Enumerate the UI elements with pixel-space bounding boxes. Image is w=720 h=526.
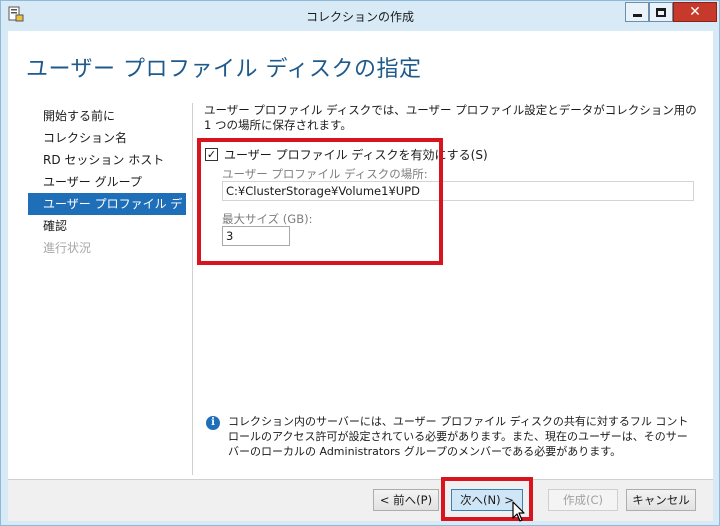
info-note: コレクション内のサーバーには、ユーザー プロファイル ディスクの共有に対するフル… bbox=[228, 415, 689, 458]
window-title: コレクションの作成 bbox=[305, 10, 414, 24]
info-icon: i bbox=[206, 416, 220, 430]
dialog-client-area: ユーザー プロファイル ディスクの指定 開始する前に コレクション名 RD セッ… bbox=[8, 31, 713, 523]
close-icon: ✕ bbox=[689, 4, 701, 20]
mouse-pointer-icon bbox=[512, 501, 526, 523]
previous-button[interactable]: < 前へ(P) bbox=[373, 489, 439, 511]
wizard-step-list: 開始する前に コレクション名 RD セッション ホスト ユーザー グループ ユー… bbox=[28, 105, 186, 259]
title-bar[interactable]: コレクションの作成 ✕ bbox=[1, 1, 719, 31]
minimize-icon bbox=[632, 13, 642, 17]
minimize-button[interactable] bbox=[625, 2, 649, 22]
nav-item-confirmation[interactable]: 確認 bbox=[28, 215, 186, 237]
page-description: ユーザー プロファイル ディスクでは、ユーザー プロファイル設定とデータがコレク… bbox=[204, 103, 697, 132]
nav-item-rd-session-host[interactable]: RD セッション ホスト bbox=[28, 149, 186, 171]
create-button: 作成(C) bbox=[548, 489, 618, 511]
maximize-button[interactable] bbox=[649, 2, 673, 22]
nav-divider bbox=[192, 103, 193, 475]
cancel-button[interactable]: キャンセル bbox=[626, 489, 696, 511]
dialog-window: コレクションの作成 ✕ ユーザー プロファイル ディスクの指定 開始する前に コ… bbox=[0, 0, 720, 526]
page-title: ユーザー プロファイル ディスクの指定 bbox=[26, 57, 422, 82]
nav-item-before-you-begin[interactable]: 開始する前に bbox=[28, 105, 186, 127]
nav-item-user-profile-disks[interactable]: ユーザー プロファイル ディスク bbox=[28, 193, 186, 233]
close-button[interactable]: ✕ bbox=[673, 2, 717, 22]
maximize-icon bbox=[656, 7, 666, 17]
nav-item-progress: 進行状況 bbox=[43, 241, 92, 255]
nav-item-user-groups[interactable]: ユーザー グループ bbox=[28, 171, 186, 193]
annotation-highlight-settings bbox=[197, 138, 443, 265]
nav-item-collection-name[interactable]: コレクション名 bbox=[28, 127, 186, 149]
